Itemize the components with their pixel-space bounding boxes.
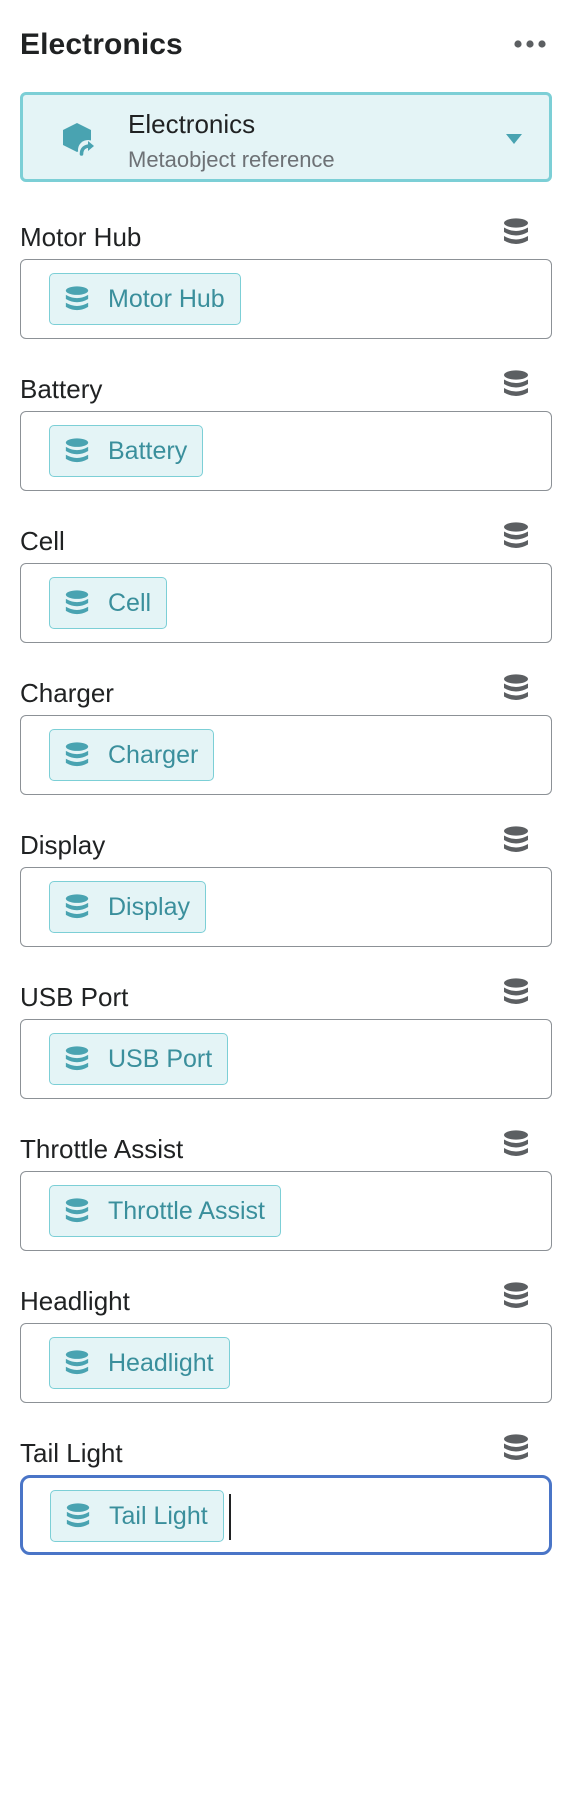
database-icon — [504, 1434, 528, 1460]
reference-chip[interactable]: Throttle Assist — [49, 1185, 281, 1237]
reference-field: Motor Hub Motor Hub — [20, 218, 558, 372]
chip-label: Motor Hub — [108, 284, 225, 313]
database-icon — [504, 218, 528, 244]
database-icon — [504, 826, 528, 852]
dynamic-source-button[interactable] — [496, 1276, 536, 1316]
reference-chip[interactable]: Battery — [49, 425, 204, 477]
chip-label: Battery — [108, 436, 188, 465]
reference-field: Battery Battery — [20, 370, 558, 524]
reference-input[interactable]: Cell — [20, 563, 552, 643]
field-label: Display — [20, 830, 106, 860]
database-icon — [65, 1046, 89, 1071]
database-icon — [504, 1130, 528, 1156]
reference-input[interactable]: Display — [20, 867, 552, 947]
reference-input[interactable]: Headlight — [20, 1323, 552, 1403]
dynamic-source-button[interactable] — [496, 1124, 536, 1164]
electronics-panel: Electronics Electronics Metaobject refer… — [20, 0, 558, 1555]
panel-header: Electronics — [20, 0, 558, 92]
chip-label: USB Port — [108, 1044, 213, 1073]
chip-label: Throttle Assist — [108, 1196, 265, 1225]
chip-label: Headlight — [108, 1348, 214, 1377]
database-icon — [65, 894, 89, 919]
database-icon — [66, 1503, 90, 1528]
reference-input[interactable]: Motor Hub — [20, 259, 552, 339]
dynamic-source-button[interactable] — [496, 364, 536, 404]
reference-field: Throttle Assist Throttle Assist — [20, 1130, 558, 1284]
field-label: Headlight — [20, 1286, 130, 1316]
reference-field: USB Port USB Port — [20, 978, 558, 1132]
reference-chip[interactable]: USB Port — [49, 1033, 229, 1085]
chip-label: Tail Light — [109, 1501, 208, 1530]
reference-chip[interactable]: Display — [49, 881, 206, 933]
reference-field: Tail Light Tail Light — [20, 1434, 558, 1588]
reference-chip[interactable]: Motor Hub — [49, 273, 241, 325]
reference-field: Headlight Headlight — [20, 1282, 558, 1436]
reference-input[interactable]: Throttle Assist — [20, 1171, 552, 1251]
reference-field: Cell Cell — [20, 522, 558, 676]
field-label: Throttle Assist — [20, 1134, 184, 1164]
caret-down-icon — [506, 134, 522, 144]
reference-chip[interactable]: Cell — [49, 577, 168, 629]
field-label: USB Port — [20, 982, 129, 1012]
database-icon — [65, 1350, 89, 1375]
database-icon — [504, 1282, 528, 1308]
reference-chip[interactable]: Tail Light — [50, 1490, 224, 1542]
database-icon — [504, 522, 528, 548]
database-icon — [65, 742, 89, 767]
chip-label: Charger — [108, 740, 199, 769]
chip-label: Cell — [108, 588, 152, 617]
dynamic-source-button[interactable] — [496, 516, 536, 556]
dynamic-source-button[interactable] — [496, 212, 536, 252]
database-icon — [65, 438, 89, 463]
dynamic-source-button[interactable] — [496, 820, 536, 860]
reference-input[interactable]: Tail Light — [20, 1475, 552, 1555]
dynamic-source-button[interactable] — [496, 1428, 536, 1468]
more-actions-button[interactable] — [508, 30, 552, 58]
reference-input[interactable]: Charger — [20, 715, 552, 795]
field-label: Motor Hub — [20, 222, 142, 252]
metaobject-reference-select[interactable]: Electronics Metaobject reference — [20, 92, 552, 182]
reference-subtitle: Metaobject reference — [128, 147, 335, 172]
database-icon — [504, 978, 528, 1004]
text-cursor — [229, 1494, 231, 1540]
reference-field: Charger Charger — [20, 674, 558, 828]
field-label: Charger — [20, 678, 114, 708]
dynamic-source-button[interactable] — [496, 668, 536, 708]
database-icon — [65, 286, 89, 311]
database-icon — [504, 674, 528, 700]
reference-input[interactable]: USB Port — [20, 1019, 552, 1099]
dynamic-source-button[interactable] — [496, 972, 536, 1012]
reference-chip[interactable]: Charger — [49, 729, 215, 781]
metaobject-icon — [63, 123, 98, 160]
chip-label: Display — [108, 892, 190, 921]
reference-chip[interactable]: Headlight — [49, 1337, 230, 1389]
reference-field: Display Display — [20, 826, 558, 980]
reference-title: Electronics — [128, 109, 256, 139]
field-label: Tail Light — [20, 1438, 123, 1468]
field-label: Battery — [20, 374, 103, 404]
more-horizontal-icon — [514, 40, 546, 48]
database-icon — [65, 590, 89, 615]
panel-title: Electronics — [20, 28, 183, 61]
database-icon — [65, 1198, 89, 1223]
database-icon — [504, 370, 528, 396]
field-label: Cell — [20, 526, 65, 556]
reference-input[interactable]: Battery — [20, 411, 552, 491]
